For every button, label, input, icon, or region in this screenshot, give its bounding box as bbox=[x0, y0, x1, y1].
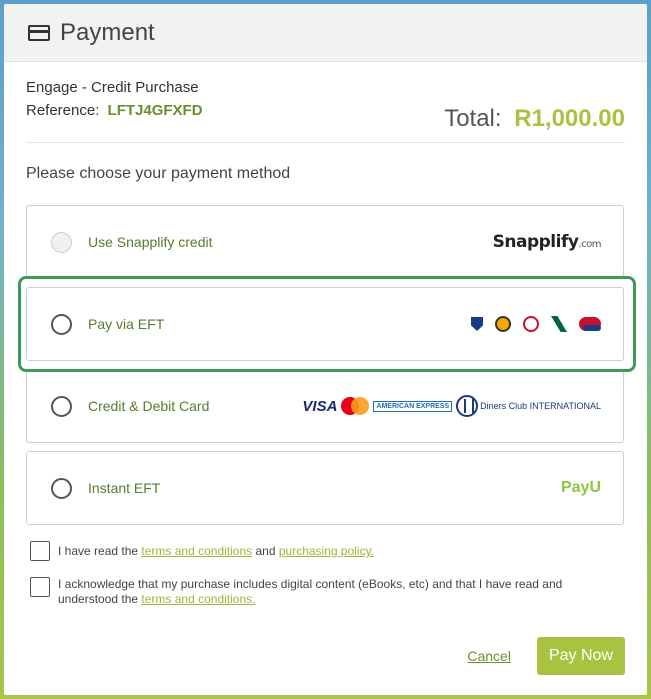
amex-logo: AMERICAN EXPRESS bbox=[373, 400, 453, 412]
standard-bank-icon bbox=[471, 317, 483, 331]
terms-link-2[interactable]: terms and conditions. bbox=[141, 592, 255, 606]
checkbox-acknowledge[interactable] bbox=[30, 577, 50, 597]
nedbank-icon bbox=[551, 316, 567, 332]
method-label: Use Snapplify credit bbox=[88, 234, 213, 250]
cancel-link[interactable]: Cancel bbox=[467, 648, 511, 664]
modal-title: Payment bbox=[60, 18, 155, 46]
credit-card-icon bbox=[28, 24, 50, 41]
absa-icon bbox=[523, 316, 539, 332]
radio-credit-debit-card[interactable] bbox=[51, 395, 72, 417]
purchasing-policy-link[interactable]: purchasing policy. bbox=[279, 544, 374, 558]
method-instant-eft[interactable]: Instant EFT PayU bbox=[26, 451, 624, 525]
order-summary: Engage - Credit Purchase Reference: LFTJ… bbox=[26, 79, 625, 143]
radio-instant-eft[interactable] bbox=[51, 477, 72, 499]
modal-footer: Cancel Pay Now bbox=[467, 637, 625, 675]
capitec-icon bbox=[579, 317, 601, 331]
checkbox-terms[interactable] bbox=[30, 541, 50, 561]
diners-circle-icon bbox=[456, 395, 479, 417]
agree-terms: I have read the terms and conditions and… bbox=[30, 541, 374, 561]
fnb-icon bbox=[495, 316, 511, 332]
method-snapplify-credit[interactable]: Use Snapplify credit Snapplify.com bbox=[26, 205, 624, 279]
visa-logo: VISA bbox=[302, 397, 338, 415]
method-label: Credit & Debit Card bbox=[88, 398, 210, 414]
snapplify-logo: Snapplify.com bbox=[492, 232, 602, 252]
pay-now-button[interactable]: Pay Now bbox=[536, 637, 625, 675]
card-logos: VISA AMERICAN EXPRESS Diners Club INTERN… bbox=[302, 395, 601, 417]
total: Total: R1,000.00 bbox=[444, 105, 625, 133]
payment-modal: Payment Engage - Credit Purchase Referen… bbox=[4, 4, 647, 695]
method-credit-debit-card[interactable]: Credit & Debit Card VISA AMERICAN EXPRES… bbox=[26, 369, 624, 443]
reference-code: LFTJ4GFXFD bbox=[107, 102, 203, 119]
diners-club-logo: Diners Club INTERNATIONAL bbox=[456, 395, 601, 417]
product-name: Engage - Credit Purchase bbox=[26, 79, 199, 96]
mastercard-logo bbox=[341, 397, 370, 415]
total-amount: R1,000.00 bbox=[514, 105, 625, 132]
method-pay-via-eft[interactable]: Pay via EFT bbox=[26, 287, 624, 361]
total-label: Total: bbox=[444, 105, 502, 132]
radio-pay-via-eft[interactable] bbox=[51, 313, 72, 335]
reference-label: Reference: bbox=[26, 102, 100, 119]
payment-method-prompt: Please choose your payment method bbox=[26, 165, 291, 182]
payu-logo: PayU bbox=[560, 479, 601, 496]
modal-header: Payment bbox=[4, 4, 647, 62]
radio-snapplify-credit[interactable] bbox=[51, 231, 72, 253]
terms-link[interactable]: terms and conditions bbox=[141, 544, 252, 558]
acknowledge-digital: I acknowledge that my purchase includes … bbox=[30, 577, 590, 607]
method-label: Instant EFT bbox=[88, 480, 161, 496]
bank-logos bbox=[463, 316, 601, 332]
method-label: Pay via EFT bbox=[88, 316, 165, 332]
